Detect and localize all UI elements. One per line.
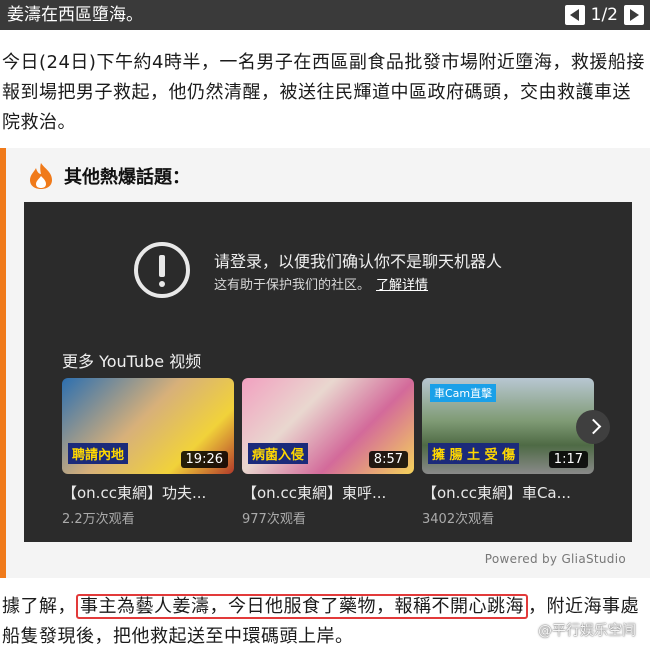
chevron-right-icon[interactable]: [576, 410, 610, 444]
thumbnail-caption: 聘請內地: [68, 443, 129, 464]
video-duration: 8:57: [368, 451, 408, 468]
video-duration: 1:17: [548, 451, 588, 468]
related-topics-section: 其他熱爆話題： 请登录，以便我们确认你不是聊天机器人 这有助于保护我们的社区。了…: [0, 148, 650, 578]
video-views: 977次观看: [242, 512, 306, 527]
video-thumbnail[interactable]: 聘請內地 19:26: [62, 378, 234, 474]
powered-by-label: Powered by GliaStudio: [484, 552, 626, 566]
related-topics-header: 其他熱爆話題：: [26, 162, 190, 190]
watermark: @平行娱乐空间: [538, 623, 636, 639]
video-title[interactable]: 【on.cc東網】功夫...: [62, 482, 234, 503]
video-title[interactable]: 【on.cc東網】東呼...: [242, 482, 414, 503]
article-title: 姜濤在西區墮海。: [7, 5, 143, 25]
video-thumbnail[interactable]: 車Cam直擊 擁 腸 土 受 傷 1:17: [422, 378, 594, 474]
signin-message: 请登录，以便我们确认你不是聊天机器人: [214, 252, 503, 271]
related-topics-title: 其他熱爆話題：: [64, 167, 190, 188]
learn-more-link[interactable]: 了解详情: [376, 278, 428, 293]
more-videos-heading: 更多 YouTube 视频: [62, 352, 202, 371]
page-counter: 1/2: [590, 5, 618, 25]
alert-icon: [134, 242, 190, 298]
video-views: 2.2万次观看: [62, 512, 135, 527]
thumbnail-caption: 病菌入侵: [248, 443, 309, 464]
previous-page-icon[interactable]: [564, 5, 585, 25]
video-duration: 19:26: [180, 451, 228, 468]
flame-icon: [30, 163, 52, 189]
highlighted-text: 事主為藝人姜濤，今日他服食了藥物，報稱不開心跳海: [76, 594, 528, 619]
pager: 1/2: [564, 4, 644, 26]
thumbnail-badge: 車Cam直擊: [430, 384, 497, 402]
signin-subtext: 这有助于保护我们的社区。 了解详情: [214, 274, 428, 293]
signin-subtext-label: 这有助于保护我们的社区。: [214, 278, 371, 293]
next-page-icon[interactable]: [624, 5, 644, 25]
video-thumbnail[interactable]: 病菌入侵 8:57: [242, 378, 414, 474]
thumbnail-caption: 擁 腸 土 受 傷: [428, 443, 520, 464]
youtube-embed-panel: 请登录，以便我们确认你不是聊天机器人 这有助于保护我们的社区。 了解详情 更多 Y…: [24, 202, 632, 542]
paragraph-text: 據了解，: [2, 596, 76, 617]
video-title[interactable]: 【on.cc東網】車Ca...: [422, 482, 594, 503]
article-paragraph: 今日(24日)下午約4時半，一名男子在西區副食品批發市場附近墮海，救援船接報到場…: [2, 52, 645, 133]
video-views: 3402次观看: [422, 512, 495, 527]
article-header-bar: 姜濤在西區墮海。 1/2: [0, 0, 650, 30]
